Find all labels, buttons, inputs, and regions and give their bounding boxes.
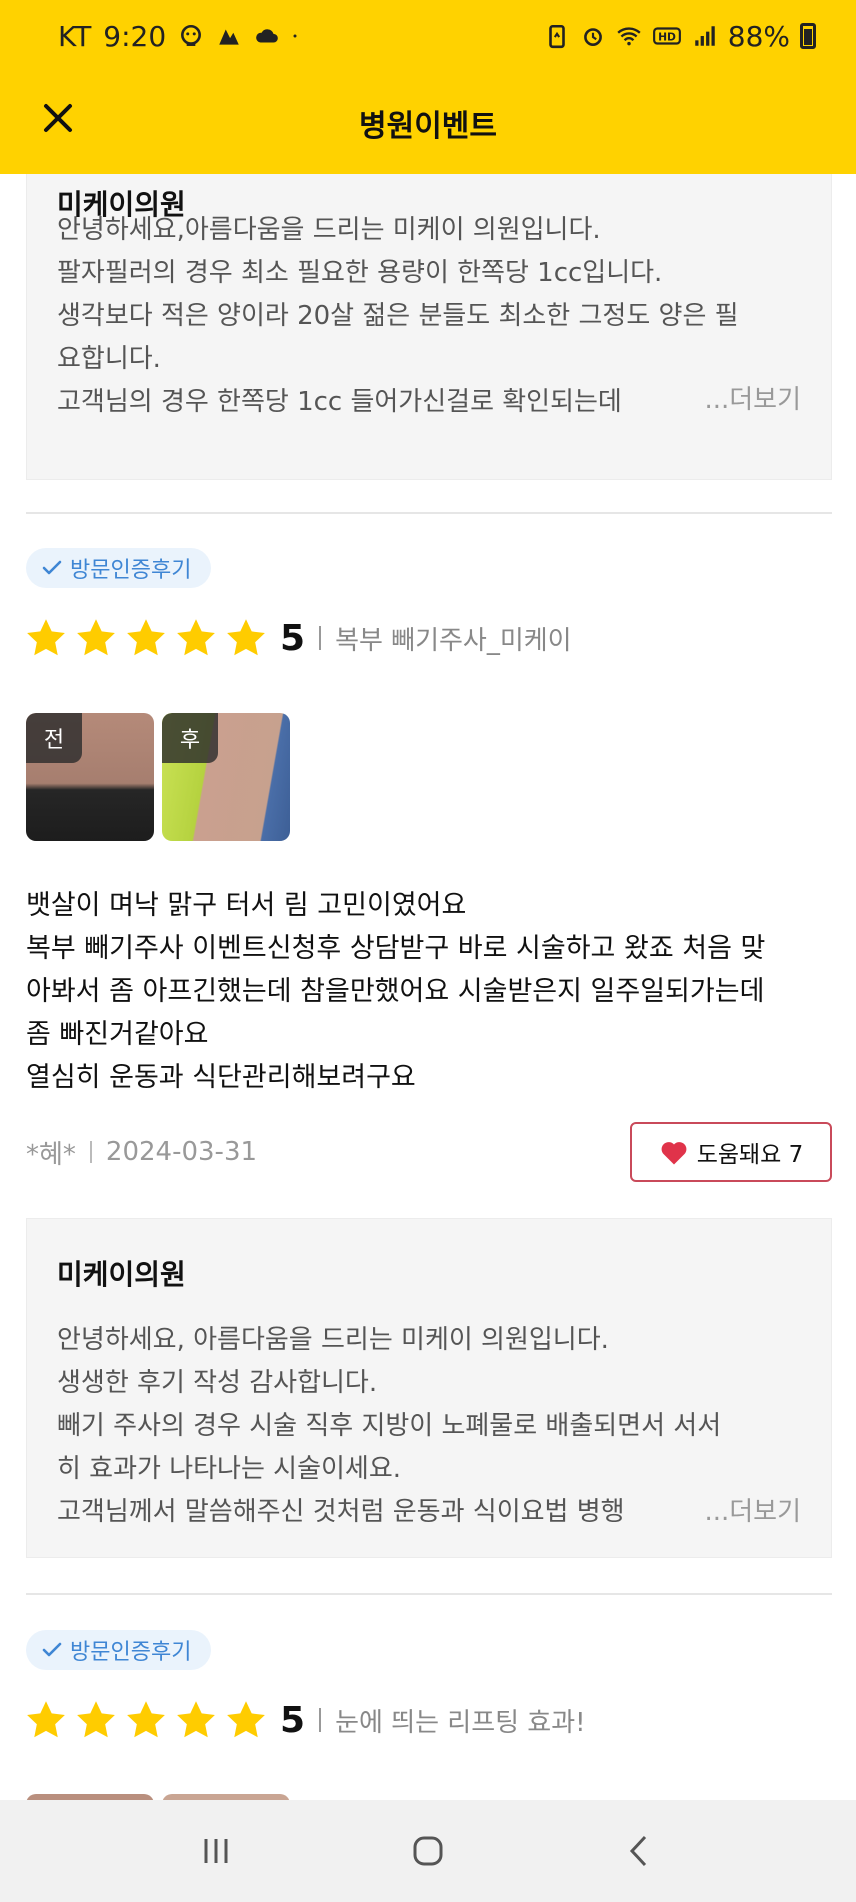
hospital-reply: 미케이의원 안녕하세요,아름다움을 드리는 미케이 의원입니다. 팔자필러의 경…	[26, 174, 832, 480]
system-nav-bar	[0, 1800, 856, 1902]
status-bar: KT 9:20 HD 88%	[0, 0, 856, 72]
badge-label: 방문인증후기	[70, 1640, 192, 1665]
battery-icon	[800, 23, 816, 49]
star-icon	[127, 619, 165, 656]
wifi-icon	[617, 27, 641, 46]
reply-more-link[interactable]: ...더보기	[686, 379, 801, 422]
star-icon	[77, 619, 115, 656]
review-list[interactable]: 미케이의원 안녕하세요,아름다움을 드리는 미케이 의원입니다. 팔자필러의 경…	[0, 174, 856, 1800]
review-line: 열심히 운동과 식단관리해보려구요	[26, 1062, 416, 1093]
helpful-button[interactable]: 도움돼요 7	[630, 1122, 832, 1182]
review-line: 좀 빠진거같아요	[26, 1019, 209, 1050]
recent-apps-icon[interactable]	[196, 1831, 236, 1871]
divider	[26, 1593, 832, 1595]
hd-voice-icon: HD	[652, 27, 681, 45]
notification-app-icon	[219, 29, 239, 45]
home-icon[interactable]	[408, 1831, 448, 1871]
hospital-reply: 미케이의원 안녕하세요, 아름다움을 드리는 미케이 의원입니다. 생생한 후기…	[26, 1218, 832, 1558]
reply-line: 팔자필러의 경우 최소 필요한 용량이 한쪽당 1cc입니다.	[57, 258, 663, 288]
review-event-title: 복부 빼기주사_미케이	[335, 625, 572, 656]
review-line: 복부 빼기주사 이벤트신청후 상담받구 바로 시술하고 왔죠 처음 맞	[26, 933, 766, 964]
review-event-title: 눈에 띄는 리프팅 효과!	[335, 1707, 586, 1738]
more-notifications-dot-icon	[293, 34, 297, 38]
notification-face-icon	[181, 24, 202, 46]
rating-row: 5 복부 빼기주사_미케이	[24, 610, 572, 666]
carrier-label: KT	[58, 19, 92, 53]
battery-percent: 88%	[727, 19, 790, 53]
review-line: 아봐서 좀 아프긴했는데 참을만했어요 시술받은지 일주일되가는데	[26, 976, 765, 1007]
photo-tag-before: 전	[26, 713, 82, 763]
star-icon	[27, 1701, 65, 1738]
review-author: *혜*	[26, 1139, 76, 1170]
reply-author: 미케이의원	[57, 1258, 186, 1291]
review-line: 뱃살이 며낙 맑구 터서 림 고민이였어요	[26, 890, 467, 921]
star-icon	[27, 619, 65, 656]
clock: 9:20	[103, 19, 167, 53]
rating-row: 5 눈에 띄는 리프팅 효과!	[24, 1692, 586, 1748]
back-icon[interactable]	[620, 1831, 660, 1871]
reply-line: 빼기 주사의 경우 시술 직후 지방이 노폐물로 배출되면서 서서	[57, 1411, 722, 1441]
verified-visit-badge: 방문인증후기	[26, 1630, 212, 1670]
separator	[89, 1141, 92, 1163]
star-icon	[227, 1701, 265, 1738]
star-icon	[177, 1701, 215, 1738]
photo-tag-after: 후	[162, 713, 218, 763]
signal-icon	[695, 26, 715, 46]
svg-text:HD: HD	[658, 30, 676, 43]
before-photo[interactable]: 전	[26, 713, 154, 841]
reply-line: 안녕하세요,아름다움을 드리는 미케이 의원입니다.	[57, 215, 601, 245]
reply-line: 생생한 후기 작성 감사합니다.	[57, 1368, 378, 1398]
reply-line: 안녕하세요, 아름다움을 드리는 미케이 의원입니다.	[57, 1325, 609, 1355]
heart-icon	[661, 1142, 687, 1165]
star-icon	[177, 619, 215, 656]
reply-more-link[interactable]: ...더보기	[686, 1491, 801, 1534]
rating-score: 5	[280, 617, 306, 659]
reply-line: 히 효과가 나타나는 시술이세요.	[57, 1454, 402, 1484]
star-rating	[24, 1698, 268, 1742]
check-icon	[42, 560, 62, 575]
battery-saver-icon	[548, 24, 565, 49]
page-title: 병원이벤트	[359, 109, 497, 144]
review-body: 뱃살이 며낙 맑구 터서 림 고민이였어요 복부 빼기주사 이벤트신청후 상담받…	[26, 884, 832, 1099]
review-date: 2024-03-31	[105, 1137, 258, 1167]
separator	[319, 626, 322, 650]
helpful-label: 도움돼요 7	[696, 1142, 804, 1168]
star-icon	[127, 1701, 165, 1738]
after-photo[interactable]: 후	[162, 713, 290, 841]
rating-score: 5	[280, 1699, 306, 1741]
star-icon	[227, 619, 265, 656]
reply-line: 요합니다.	[57, 344, 161, 374]
alarm-icon	[583, 28, 602, 46]
review-meta: *혜* 2024-03-31	[26, 1134, 257, 1170]
badge-label: 방문인증후기	[70, 558, 192, 583]
separator	[319, 1708, 322, 1732]
reply-line: 생각보다 적은 양이라 20살 젊은 분들도 최소한 그정도 양은 필	[57, 301, 739, 331]
cloud-icon	[256, 29, 279, 43]
verified-visit-badge: 방문인증후기	[26, 548, 212, 588]
check-icon	[42, 1642, 62, 1657]
app-bar: 병원이벤트	[0, 72, 856, 174]
star-icon	[77, 1701, 115, 1738]
close-icon[interactable]	[40, 100, 76, 136]
star-rating	[24, 616, 268, 660]
divider	[26, 512, 832, 514]
review-photos: 전 후	[26, 713, 290, 841]
